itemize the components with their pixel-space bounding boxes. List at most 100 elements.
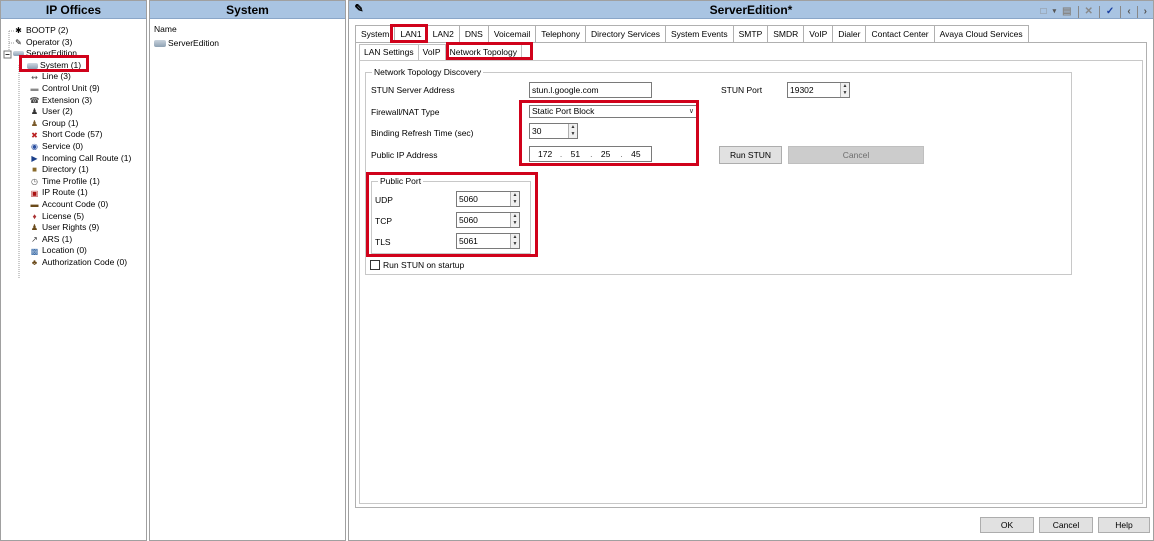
udp-port-stepper[interactable]: 5060 ▲ ▼ (456, 191, 520, 207)
tree-item-directory[interactable]: ■ Directory (1) (5, 164, 146, 176)
spin-arrows-icon[interactable]: ▲ ▼ (510, 192, 519, 206)
tab-dialer[interactable]: Dialer (832, 25, 867, 42)
config-tree: ✱ BOOTP (2) ✎ Operator (3) ServerEdition S… (1, 19, 146, 279)
tree-item-label: Authorization Code (0) (42, 256, 128, 267)
tree-item-location[interactable]: ▩ Location (0) (5, 245, 146, 257)
firewall-nat-value: Static Port Block (532, 106, 595, 116)
tab-voicemail[interactable]: Voicemail (487, 25, 537, 42)
ip-octet-1[interactable]: 172. (530, 147, 562, 161)
previous-icon[interactable]: ‹ (1127, 3, 1130, 21)
tree-item-label: ARS (1) (42, 233, 73, 244)
tree-item-authorization-code[interactable]: ♣ Authorization Code (0) (5, 257, 146, 269)
subtab-voip[interactable]: VoIP (417, 44, 446, 60)
tree-item-short-code[interactable]: ✖ Short Code (57) (5, 129, 146, 141)
next-icon[interactable]: › (1144, 3, 1147, 21)
tab-avaya-cloud-services[interactable]: Avaya Cloud Services (933, 25, 1029, 42)
binding-refresh-label: Binding Refresh Time (sec) (371, 128, 474, 138)
incoming-call-route-icon: ▶ (31, 153, 38, 163)
public-ip-label: Public IP Address (371, 150, 438, 160)
name-column-header[interactable]: Name (150, 19, 345, 34)
export-icon[interactable]: ▤ (1062, 3, 1071, 21)
tree-item-ip-route[interactable]: ▣ IP Route (1) (5, 187, 146, 199)
tree-item-user[interactable]: ♟ User (2) (5, 106, 146, 118)
short-code-icon: ✖ (31, 130, 38, 140)
run-stun-on-startup-checkbox[interactable] (370, 260, 380, 270)
authorization-code-icon: ♣ (31, 258, 38, 268)
tab-lan1[interactable]: LAN1 (394, 25, 428, 42)
tree-item-label: User (2) (42, 106, 73, 117)
delete-icon[interactable]: ✕ (1085, 3, 1093, 21)
stun-server-input[interactable]: stun.l.google.com (529, 82, 652, 98)
tree-item-service[interactable]: ◉ Service (0) (5, 141, 146, 153)
subtab-network-topology[interactable]: Network Topology (444, 44, 523, 60)
tab-voip[interactable]: VoIP (803, 25, 834, 42)
tree-item-license[interactable]: ♦ License (5) (5, 211, 146, 223)
ok-button[interactable]: OK (980, 517, 1034, 533)
ip-octet-4[interactable]: 45 (621, 147, 651, 161)
tab-smtp[interactable]: SMTP (732, 25, 769, 42)
tree-item-label: BOOTP (2) (26, 25, 69, 35)
tree-item-user-rights[interactable]: ♟ User Rights (9) (5, 222, 146, 234)
firewall-nat-select[interactable]: Static Port Block ∨ (529, 105, 697, 118)
cancel-button[interactable]: Cancel (1039, 517, 1093, 533)
ars-icon: ↗ (31, 234, 38, 244)
spin-arrows-icon[interactable]: ▲ ▼ (840, 83, 849, 97)
list-item[interactable]: ServerEdition (150, 34, 345, 48)
lan1-subtabs: LAN Settings VoIP Network Topology (359, 44, 523, 60)
ip-octet-3[interactable]: 25. (591, 147, 623, 161)
tab-directory-services[interactable]: Directory Services (584, 25, 666, 42)
tab-telephony[interactable]: Telephony (535, 25, 586, 42)
tcp-port-stepper[interactable]: 5060 ▲ ▼ (456, 212, 520, 228)
group-title: Network Topology Discovery (372, 67, 484, 78)
tls-port-stepper[interactable]: 5061 ▲ ▼ (456, 233, 520, 249)
tree-item-ars[interactable]: ↗ ARS (1) (5, 234, 146, 246)
udp-port-value: 5060 (459, 194, 478, 204)
tab-smdr[interactable]: SMDR (767, 25, 805, 42)
udp-label: UDP (375, 195, 393, 205)
tree-item-account-code[interactable]: ▬ Account Code (0) (5, 199, 146, 211)
tree-item-operator[interactable]: ✎ Operator (3) (5, 37, 146, 49)
stun-port-value: 19302 (790, 85, 814, 95)
stun-port-stepper[interactable]: 19302 ▲ ▼ (787, 82, 850, 98)
ip-octet-value: 25 (600, 149, 611, 159)
tree-item-line[interactable]: ↭ Line (3) (5, 71, 146, 83)
binding-refresh-stepper[interactable]: 30 ▲ ▼ (529, 123, 578, 139)
spin-arrows-icon[interactable]: ▲ ▼ (510, 234, 519, 248)
run-stun-button[interactable]: Run STUN (719, 146, 782, 164)
tree-item-bootp[interactable]: ✱ BOOTP (2) (5, 25, 146, 37)
public-ip-input[interactable]: 172. 51. 25. 45 (529, 146, 652, 162)
tab-system[interactable]: System (355, 25, 396, 42)
license-icon: ♦ (32, 211, 37, 221)
serveredition-editor-panel: ✎ ServerEdition* □ ▾ ▤ ✕ ✓ ‹ › System LA… (348, 0, 1154, 541)
spin-arrows-icon[interactable]: ▲ ▼ (568, 124, 577, 138)
ip-octet-2[interactable]: 51. (560, 147, 593, 161)
tree-item-label: Incoming Call Route (1) (42, 152, 132, 163)
subtab-lan-settings[interactable]: LAN Settings (359, 44, 419, 60)
cancel-stun-button[interactable]: Cancel (788, 146, 924, 164)
tree-item-label: License (5) (42, 210, 85, 221)
tree-item-extension[interactable]: ☎ Extension (3) (5, 95, 146, 107)
editor-toolbar: □ ▾ ▤ ✕ ✓ ‹ › (1041, 3, 1147, 21)
toolbar-separator (1120, 6, 1122, 18)
tab-lan2[interactable]: LAN2 (426, 25, 460, 42)
tree-item-serveredition[interactable]: ServerEdition (5, 48, 146, 60)
tree-item-system[interactable]: System (1) (5, 60, 146, 72)
tab-dns[interactable]: DNS (458, 25, 489, 42)
tree-item-group[interactable]: ♟ Group (1) (5, 118, 146, 130)
group-icon: ♟ (30, 119, 39, 128)
tree-item-control-unit[interactable]: ▬ Control Unit (9) (5, 83, 146, 95)
tab-contact-center[interactable]: Contact Center (865, 25, 935, 42)
tab-system-events[interactable]: System Events (664, 25, 734, 42)
tree-item-label: Control Unit (9) (42, 82, 100, 93)
help-button[interactable]: Help (1098, 517, 1150, 533)
validate-icon[interactable]: ✓ (1106, 3, 1114, 21)
spin-arrows-icon[interactable]: ▲ ▼ (510, 213, 519, 227)
directory-icon: ■ (32, 165, 37, 175)
toolbar-separator (1136, 6, 1138, 18)
tree-item-incoming-call-route[interactable]: ▶ Incoming Call Route (1) (5, 153, 146, 165)
ip-octet-value: 51 (570, 149, 581, 159)
tree-item-label: Location (0) (42, 245, 87, 256)
new-icon[interactable]: □ (1041, 3, 1047, 21)
dropdown-icon[interactable]: ▾ (1053, 3, 1057, 21)
tree-item-time-profile[interactable]: ◷ Time Profile (1) (5, 176, 146, 188)
